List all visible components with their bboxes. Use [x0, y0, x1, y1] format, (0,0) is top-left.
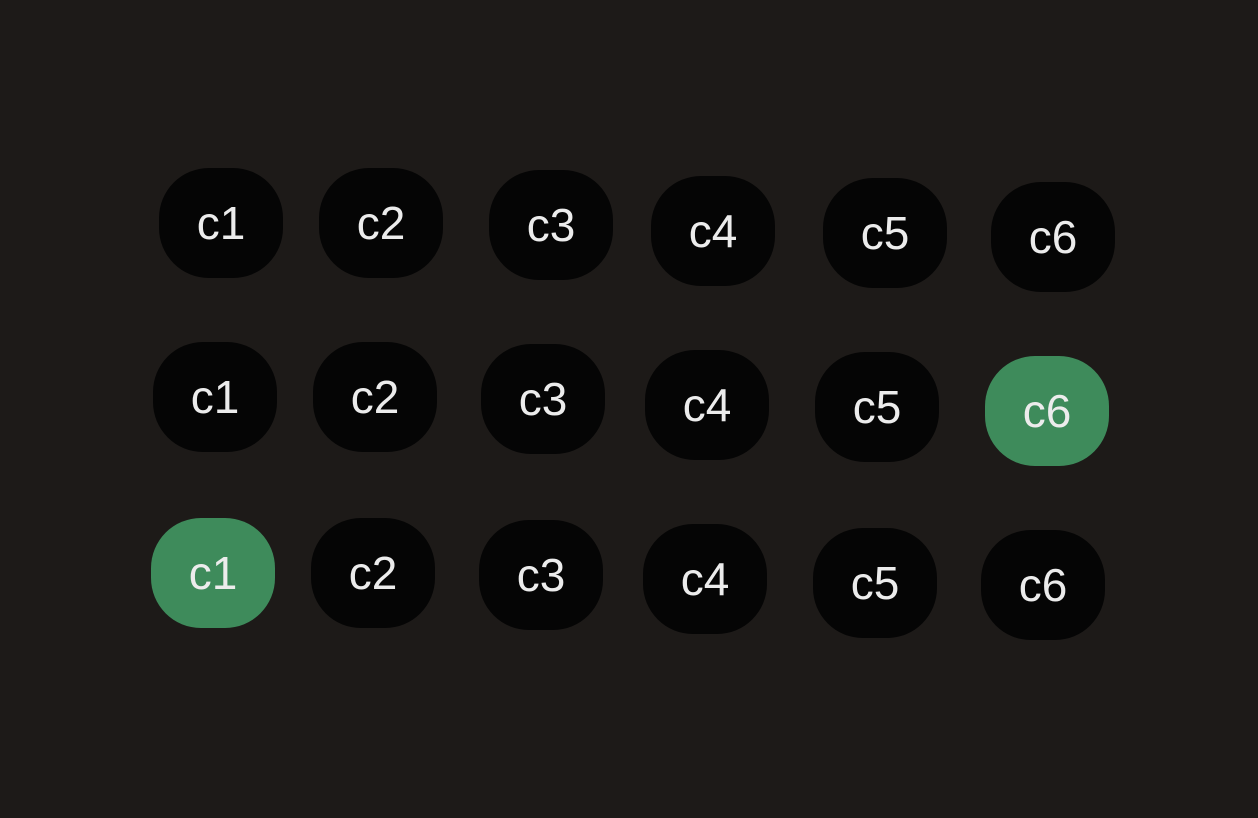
row-1-c5-button[interactable]: c5	[823, 178, 947, 288]
row-3-c6-button[interactable]: c6	[981, 530, 1105, 640]
row-1-c3-button[interactable]: c3	[489, 170, 613, 280]
choice-grid: c1 c2 c3 c4 c5 c6 c1 c2 c3 c4 c5 c6 c1 c…	[0, 0, 1258, 818]
row-1-c6-button[interactable]: c6	[991, 182, 1115, 292]
row-3-c4-button[interactable]: c4	[643, 524, 767, 634]
row-3-c5-button[interactable]: c5	[813, 528, 937, 638]
row-1-c4-button[interactable]: c4	[651, 176, 775, 286]
row-3-c3-button[interactable]: c3	[479, 520, 603, 630]
row-2-c3-button[interactable]: c3	[481, 344, 605, 454]
row-3-c2-button[interactable]: c2	[311, 518, 435, 628]
row-2-c1-button[interactable]: c1	[153, 342, 277, 452]
row-2-c2-button[interactable]: c2	[313, 342, 437, 452]
row-2-c4-button[interactable]: c4	[645, 350, 769, 460]
row-2-c6-button[interactable]: c6	[985, 356, 1109, 466]
row-3-c1-button[interactable]: c1	[151, 518, 275, 628]
row-1-c2-button[interactable]: c2	[319, 168, 443, 278]
row-1-c1-button[interactable]: c1	[159, 168, 283, 278]
row-2-c5-button[interactable]: c5	[815, 352, 939, 462]
